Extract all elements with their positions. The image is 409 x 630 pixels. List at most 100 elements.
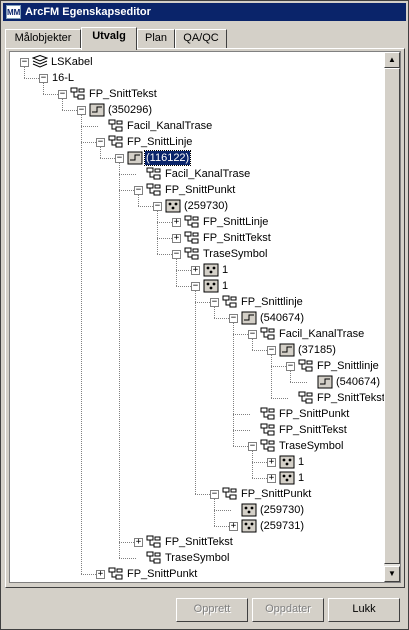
tree-node-label: 1 xyxy=(222,264,229,276)
relationship-icon xyxy=(184,231,200,245)
tree-node-label: FP_SnittPunkt xyxy=(279,408,350,420)
expand-icon[interactable]: + xyxy=(267,458,276,467)
tree-node-label: 1 xyxy=(298,472,305,484)
collapse-icon[interactable]: − xyxy=(191,282,200,291)
tree-guide-line xyxy=(233,322,234,446)
tree-node-label: (259730) xyxy=(260,504,305,516)
title-bar[interactable]: MM ArcFM Egenskapseditor xyxy=(3,3,406,21)
expand-icon[interactable]: + xyxy=(172,218,181,227)
relationship-icon xyxy=(108,567,124,581)
expand-icon[interactable]: + xyxy=(96,570,105,579)
relationship-icon xyxy=(260,327,276,341)
tab-malobjekter[interactable]: Målobjekter xyxy=(5,29,81,48)
collapse-icon[interactable]: − xyxy=(267,346,276,355)
collapse-icon[interactable]: − xyxy=(77,106,86,115)
collapse-icon[interactable]: − xyxy=(96,138,105,147)
collapse-icon[interactable]: − xyxy=(153,202,162,211)
tree-node-label: 1 xyxy=(298,456,305,468)
scroll-up-arrow-icon[interactable]: ▲ xyxy=(384,52,400,68)
tree-branch-line xyxy=(290,382,307,383)
relationship-icon xyxy=(108,135,124,149)
properties-editor-window: MM ArcFM Egenskapseditor Målobjekter Utv… xyxy=(0,0,409,630)
tree-guide-line xyxy=(62,98,63,110)
collapse-icon[interactable]: − xyxy=(58,90,67,99)
vertical-scrollbar[interactable]: ▲ ▼ xyxy=(384,52,400,582)
oppdater-button[interactable]: Oppdater xyxy=(252,598,324,622)
tree-node-label: TraseSymbol xyxy=(165,552,230,564)
tree-node-label: (259730) xyxy=(184,200,229,212)
tree-guide-line xyxy=(271,354,272,398)
scroll-down-arrow-icon[interactable]: ▼ xyxy=(384,566,400,582)
tree-node-label: TraseSymbol xyxy=(279,440,344,452)
tree-guide-line xyxy=(252,450,253,478)
tree-node-label: (259731) xyxy=(260,520,305,532)
collapse-icon[interactable]: − xyxy=(134,186,143,195)
collapse-icon[interactable]: − xyxy=(229,314,238,323)
feature-icon xyxy=(317,375,333,389)
expand-icon[interactable]: + xyxy=(191,266,200,275)
relationship-icon xyxy=(184,247,200,261)
tree-node-label: FP_SnittPunkt xyxy=(127,568,198,580)
tree-guide-line xyxy=(81,114,82,574)
relationship-icon xyxy=(222,487,238,501)
collapse-icon[interactable]: − xyxy=(286,362,295,371)
relationship-icon xyxy=(260,439,276,453)
tree-guide-line xyxy=(195,290,196,494)
relationship-icon xyxy=(146,167,162,181)
point-icon xyxy=(203,263,219,277)
tree-node-label: (116122) xyxy=(143,150,192,166)
tree-node-label: Facil_KanalTrase xyxy=(279,328,365,340)
collapse-icon[interactable]: − xyxy=(39,74,48,83)
expand-icon[interactable]: + xyxy=(172,234,181,243)
collapse-icon[interactable]: − xyxy=(210,298,219,307)
tree-branch-line xyxy=(119,174,136,175)
tree-node-label: FP_SnittTekst xyxy=(317,392,385,404)
relationship-icon xyxy=(146,551,162,565)
tab-utvalg[interactable]: Utvalg xyxy=(81,27,137,50)
tree-node-label: TraseSymbol xyxy=(203,248,268,260)
tree-guide-line xyxy=(290,370,291,382)
tree-branch-line xyxy=(233,414,250,415)
tree-node-label: FP_SnittPunkt xyxy=(241,488,312,500)
opprett-button[interactable]: Opprett xyxy=(176,598,248,622)
point-icon xyxy=(165,199,181,213)
tree-node-label: LSKabel xyxy=(51,56,93,68)
tree-branch-line xyxy=(81,126,98,127)
tree-node-label: FP_SnittTekst xyxy=(203,232,271,244)
collapse-icon[interactable]: − xyxy=(115,154,124,163)
feature-icon xyxy=(89,103,105,117)
tree-node-label: FP_SnittTekst xyxy=(165,536,233,548)
point-icon xyxy=(279,455,295,469)
relationship-icon xyxy=(260,423,276,437)
tab-plan[interactable]: Plan xyxy=(137,29,175,48)
relationship-icon xyxy=(298,391,314,405)
expand-icon[interactable]: + xyxy=(229,522,238,531)
expand-icon[interactable]: + xyxy=(267,474,276,483)
tree-guide-line xyxy=(176,258,177,286)
collapse-icon[interactable]: − xyxy=(20,58,29,67)
stack-icon xyxy=(31,54,49,69)
relationship-icon xyxy=(70,87,86,101)
tree-node-label: (350296) xyxy=(108,104,153,116)
collapse-icon[interactable]: − xyxy=(172,250,181,259)
tree-node-label: (540674) xyxy=(336,376,381,388)
collapse-icon[interactable]: − xyxy=(210,490,219,499)
lukk-button[interactable]: Lukk xyxy=(328,598,400,622)
collapse-icon[interactable]: − xyxy=(248,330,257,339)
tree-node-label: (540674) xyxy=(260,312,305,324)
tree-branch-line xyxy=(214,510,231,511)
collapse-icon[interactable]: − xyxy=(248,442,257,451)
relationship-icon xyxy=(222,295,238,309)
tab-qaqc[interactable]: QA/QC xyxy=(175,29,227,48)
scrollbar-thumb[interactable] xyxy=(384,68,400,564)
tree-node-label: FP_SnittTekst xyxy=(89,88,157,100)
tree-node-label: 1 xyxy=(222,280,229,292)
tree-node-label: (37185) xyxy=(298,344,336,356)
point-icon xyxy=(279,471,295,485)
expand-icon[interactable]: + xyxy=(134,538,143,547)
relationship-icon xyxy=(298,359,314,373)
relationship-icon xyxy=(146,183,162,197)
selection-tree[interactable]: − LSKabel −16-L − FP_SnittTekst − (350296) Faci… xyxy=(9,51,401,583)
app-icon: MM xyxy=(6,5,21,19)
tree-node-label: Facil_KanalTrase xyxy=(127,120,213,132)
